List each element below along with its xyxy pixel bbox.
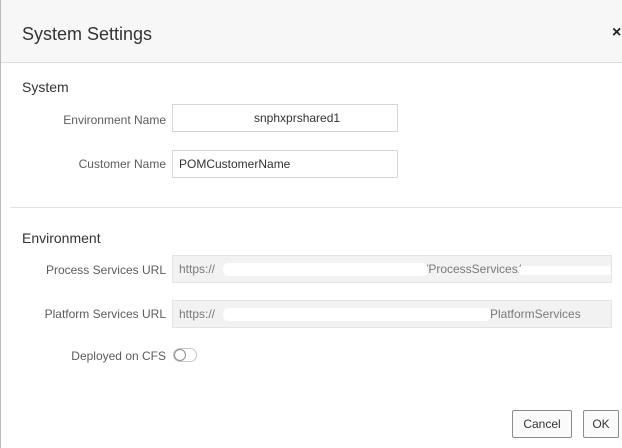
platform-services-url-label: Platform Services URL [44, 307, 166, 321]
environment-name-input[interactable]: snphxprshared1 [172, 104, 398, 132]
environment-name-value: snphxprshared1 [254, 111, 341, 125]
system-settings-dialog: System Settings × System Environment Nam… [0, 0, 622, 448]
dialog-header: System Settings × [1, 0, 622, 63]
section-title-environment: Environment [22, 230, 101, 246]
platform-services-url-start: https:// [179, 307, 216, 321]
environment-name-label: Environment Name [63, 113, 166, 127]
ok-button[interactable]: OK [583, 410, 619, 438]
toggle-knob [174, 349, 186, 361]
customer-name-label: Customer Name [78, 157, 166, 171]
redaction-mask [518, 266, 611, 275]
customer-name-input[interactable]: POMCustomerName [172, 150, 398, 178]
redaction-mask [223, 308, 491, 321]
section-divider [10, 207, 622, 208]
section-title-system: System [22, 79, 69, 95]
platform-services-url-end: PlatformServices [490, 307, 581, 321]
process-services-url-input[interactable]: https:// /ProcessServices/ [172, 255, 612, 283]
redaction-mask [223, 263, 428, 276]
deployed-on-cfs-label: Deployed on CFS [71, 349, 166, 363]
platform-services-url-input[interactable]: https:// PlatformServices [172, 300, 612, 328]
process-services-url-label: Process Services URL [45, 263, 166, 277]
process-services-url-start: https:// [179, 262, 216, 276]
customer-name-value: POMCustomerName [179, 157, 291, 171]
close-icon[interactable]: × [612, 24, 621, 42]
deployed-on-cfs-toggle[interactable] [173, 348, 197, 362]
process-services-url-middle: /ProcessServices/ [425, 262, 522, 276]
dialog-title: System Settings [22, 24, 153, 44]
cancel-button[interactable]: Cancel [512, 410, 572, 438]
